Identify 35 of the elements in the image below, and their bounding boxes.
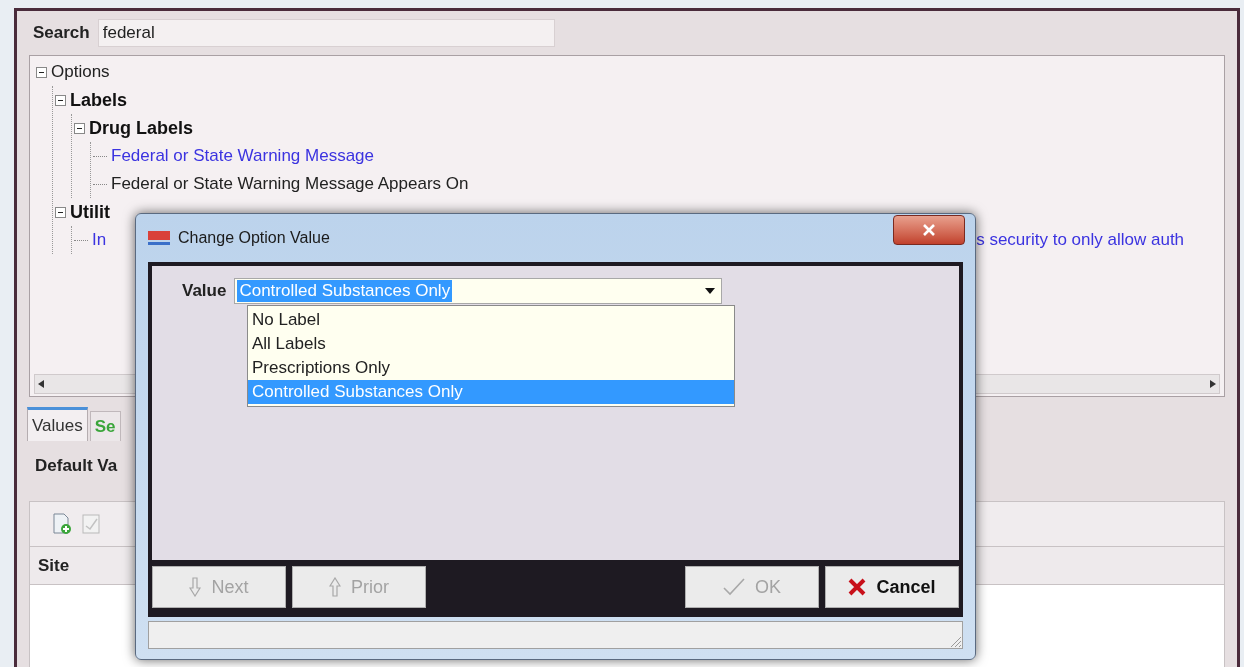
- tree-link[interactable]: Federal or State Warning Message: [111, 143, 374, 169]
- dialog-title: Change Option Value: [178, 228, 330, 248]
- down-arrow-icon: [189, 577, 202, 597]
- scroll-right-icon[interactable]: [1210, 380, 1216, 388]
- close-icon: [923, 224, 935, 236]
- dropdown-option[interactable]: Prescriptions Only: [248, 356, 734, 380]
- dropdown-arrow-icon[interactable]: [705, 288, 716, 294]
- scroll-left-icon[interactable]: [38, 380, 44, 388]
- tab[interactable]: Values: [27, 407, 88, 441]
- dropdown-option[interactable]: All Labels: [248, 332, 734, 356]
- collapse-icon[interactable]: [36, 66, 47, 78]
- add-document-icon[interactable]: [52, 513, 72, 535]
- app-icon: [148, 229, 170, 247]
- up-arrow-icon: [329, 577, 341, 597]
- tree-link[interactable]: In: [92, 227, 107, 253]
- tree-item[interactable]: Labels: [70, 86, 128, 114]
- field-label: Value: [182, 280, 227, 303]
- tree-item[interactable]: Drug Labels: [89, 114, 194, 142]
- dropdown-value: Controlled Substances Only: [237, 280, 453, 302]
- tree-item[interactable]: Federal or State Warning Message Appears On: [111, 171, 469, 197]
- dropdown-option[interactable]: No Label: [248, 308, 734, 332]
- collapse-icon[interactable]: [55, 94, 66, 106]
- collapse-icon[interactable]: [55, 206, 66, 218]
- tree-link[interactable]: s security to only allow auth: [976, 227, 1185, 253]
- section-title: Default Va: [35, 456, 118, 475]
- tree-item[interactable]: Options: [51, 59, 110, 85]
- cancel-button[interactable]: Cancel: [825, 566, 959, 608]
- resize-grip-icon[interactable]: [948, 634, 962, 648]
- close-button[interactable]: [893, 215, 965, 245]
- check-icon: [723, 578, 745, 596]
- tree-item[interactable]: Utilit: [70, 198, 110, 226]
- search-label: Search: [33, 22, 90, 45]
- cross-icon: [848, 578, 867, 596]
- collapse-icon[interactable]: [74, 122, 85, 134]
- search-field[interactable]: federal: [97, 19, 555, 47]
